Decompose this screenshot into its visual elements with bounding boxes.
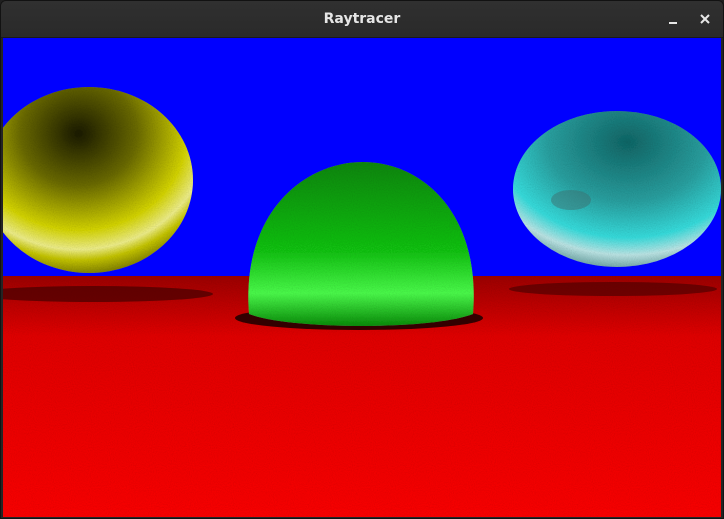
rendered-scene	[3, 38, 721, 517]
close-icon	[700, 14, 710, 24]
cyan-sphere-shadow	[509, 282, 717, 296]
cyan-sphere	[513, 111, 721, 267]
app-window: Raytracer	[0, 0, 724, 519]
minimize-icon	[669, 22, 677, 24]
close-button[interactable]	[695, 9, 715, 29]
window-title: Raytracer	[323, 11, 401, 27]
minimize-button[interactable]	[663, 9, 683, 29]
render-viewport	[3, 38, 721, 517]
cyan-sphere-reflection-spot	[551, 190, 591, 210]
title-bar[interactable]: Raytracer	[1, 1, 723, 38]
